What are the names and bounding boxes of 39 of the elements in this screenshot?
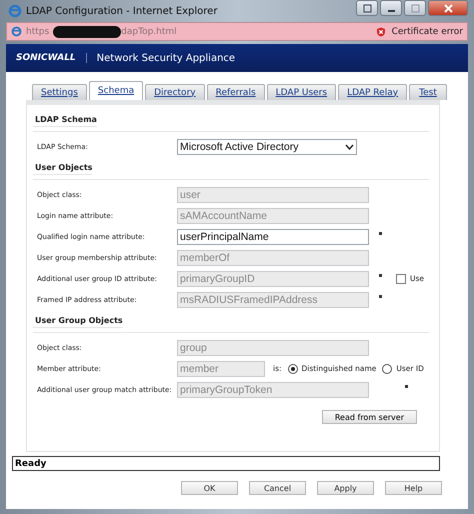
dialog-button[interactable]: Cancel bbox=[249, 481, 306, 495]
tab[interactable]: Directory bbox=[145, 84, 205, 100]
brand-logo: SONICWALL bbox=[16, 53, 87, 63]
tab[interactable]: Schema bbox=[88, 81, 144, 100]
dialog-button[interactable]: OK bbox=[181, 481, 238, 495]
tab[interactable]: LDAP Relay bbox=[338, 84, 408, 100]
url-text: https bbox=[26, 26, 50, 36]
chevron-down-icon bbox=[345, 144, 354, 150]
url-text: dapTop.html bbox=[121, 26, 177, 36]
browser-icon bbox=[8, 4, 22, 18]
tab[interactable]: LDAP Users bbox=[266, 84, 336, 100]
section-heading: User Group Objects bbox=[33, 316, 123, 328]
tab[interactable]: Settings bbox=[32, 84, 87, 100]
product-title: Network Security Appliance bbox=[96, 52, 236, 64]
tab[interactable]: Test bbox=[409, 84, 448, 100]
certificate-error-link[interactable]: Certificate error bbox=[392, 26, 463, 36]
address-bar[interactable]: https dapTop.html Certificate error bbox=[6, 22, 468, 41]
minimize-button[interactable] bbox=[380, 0, 402, 16]
section-heading: LDAP Schema bbox=[33, 115, 97, 127]
redaction-mark bbox=[53, 26, 122, 38]
dropdown-value: Microsoft Active Directory bbox=[180, 140, 298, 152]
close-button[interactable] bbox=[428, 0, 468, 16]
dialog-button[interactable]: Apply bbox=[317, 481, 374, 495]
restore-icon bbox=[362, 4, 372, 12]
tab[interactable]: Referrals bbox=[206, 84, 265, 100]
read-from-server-button[interactable]: Read from server bbox=[322, 410, 417, 424]
dialog-button[interactable]: Help bbox=[385, 481, 442, 495]
maximize-icon bbox=[410, 4, 420, 12]
shield-icon bbox=[376, 26, 386, 36]
maximize-button[interactable] bbox=[404, 0, 426, 16]
minimize-icon bbox=[388, 10, 394, 12]
input-field[interactable]: userPrincipalName bbox=[177, 228, 369, 244]
window-title: LDAP Configuration - Internet Explorer bbox=[26, 6, 218, 16]
section-heading: User Objects bbox=[33, 163, 92, 175]
browser-icon bbox=[11, 26, 22, 37]
close-icon bbox=[444, 4, 452, 12]
schema-dropdown[interactable]: Microsoft Active Directory bbox=[177, 138, 357, 154]
status-bar: Ready bbox=[12, 456, 440, 471]
restore-button[interactable] bbox=[356, 0, 378, 16]
